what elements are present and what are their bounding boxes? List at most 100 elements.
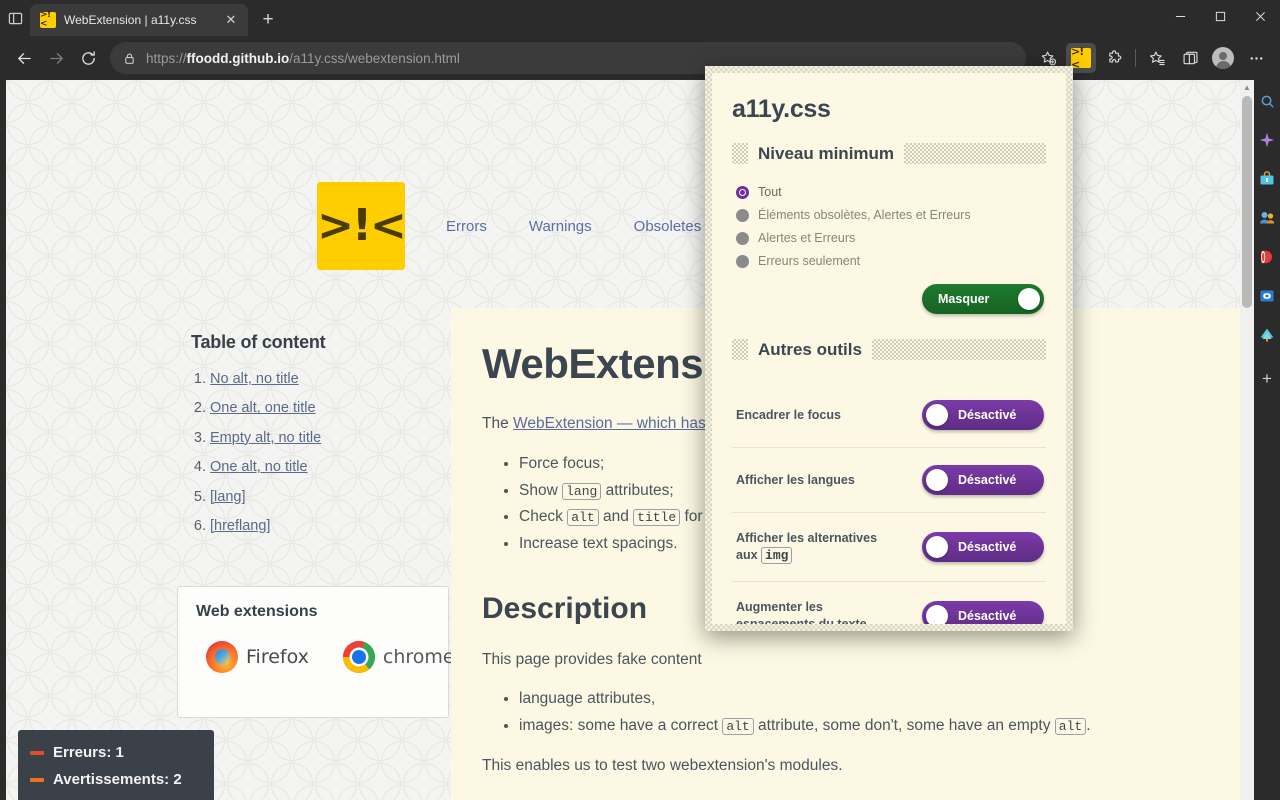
toggle-augmenter-espacements[interactable]: Désactivé [922, 601, 1044, 624]
toolbar-divider [1135, 49, 1136, 67]
toggle-state-label: Désactivé [958, 540, 1017, 555]
section-header-tools: Autres outils [732, 338, 1046, 361]
stat-errors: Erreurs: 1 [30, 744, 198, 761]
a11y-logo-icon: >!< [1071, 45, 1091, 71]
avatar [1212, 47, 1234, 69]
popup-body: a11y.css Niveau minimum Tout Éléments ob… [712, 73, 1066, 624]
level-radio-group: Tout Éléments obsolètes, Alertes et Erre… [732, 185, 1046, 268]
web-extensions-title: Web extensions [196, 603, 318, 620]
web-extensions-card: Web extensions Firefox chrome [177, 586, 455, 718]
toc-item: Empty alt, no title [210, 430, 456, 447]
edge-sidebar: + [1254, 80, 1280, 800]
nav-link-obsoletes[interactable]: Obsoletes [634, 218, 702, 235]
toggle-state-label: Désactivé [958, 473, 1017, 487]
stat-errors-label: Erreurs: 1 [53, 744, 124, 761]
code-alt: alt [1054, 717, 1087, 735]
radio-option-alertes-erreurs[interactable]: Alertes et Erreurs [732, 231, 1046, 245]
webextension-link[interactable]: WebExtension — which has [513, 415, 706, 432]
minimize-icon[interactable] [1160, 0, 1200, 32]
toggle-encadrer-focus[interactable]: Désactivé [922, 400, 1044, 430]
stats-panel: Erreurs: 1 Avertissements: 2 Obsolètes: … [18, 730, 214, 800]
stat-warnings: Avertissements: 2 [30, 771, 198, 788]
firefox-logo-icon [206, 641, 238, 673]
radio-option-erreurs-seulement[interactable]: Erreurs seulement [732, 254, 1046, 268]
masquer-label: Masquer [938, 292, 990, 306]
toggle-afficher-alternatives[interactable]: Désactivé [922, 532, 1044, 563]
list-item: images: some have a correct alt attribut… [519, 713, 1210, 740]
tab-search-icon[interactable] [0, 0, 30, 36]
toggle-afficher-langues[interactable]: Désactivé [922, 465, 1044, 495]
radio-label: Erreurs seulement [758, 254, 861, 268]
dots-pattern-right [904, 143, 1046, 164]
radio-option-tout[interactable]: Tout [732, 185, 1046, 199]
reload-icon[interactable] [72, 42, 104, 74]
toc-link-no-alt-no-title[interactable]: No alt, no title [210, 371, 299, 387]
tool-label: Encadrer le focus [736, 407, 841, 422]
code-alt: alt [567, 509, 599, 527]
toc-link-empty-alt-no-title[interactable]: Empty alt, no title [210, 430, 321, 446]
masquer-toggle[interactable]: Masquer [922, 284, 1044, 314]
dots-pattern-left [732, 339, 748, 360]
radio-icon [736, 254, 749, 268]
radio-icon [736, 231, 749, 245]
close-icon[interactable] [1240, 0, 1280, 32]
maximize-icon[interactable] [1200, 0, 1240, 32]
a11y-logo-icon: >!< [40, 11, 56, 29]
search-icon[interactable] [1256, 90, 1278, 112]
lock-icon [120, 52, 138, 65]
chrome-label: chrome [382, 646, 455, 668]
nav-link-warnings[interactable]: Warnings [529, 218, 592, 235]
section-title-tools: Autres outils [758, 339, 862, 359]
split-screen-icon[interactable] [1174, 42, 1206, 74]
new-tab-button[interactable]: + [254, 6, 282, 34]
firefox-label: Firefox [246, 646, 309, 668]
drop-icon[interactable] [1256, 324, 1278, 346]
description-paragraph: This page provides fake content [482, 650, 702, 668]
toc-link-lang[interactable]: [lang] [210, 489, 245, 505]
back-arrow-icon[interactable] [8, 42, 40, 74]
toggle-knob [926, 536, 948, 559]
address-bar-text: https://ffoodd.github.io/a11y.css/webext… [146, 50, 460, 66]
games-icon[interactable] [1256, 207, 1278, 229]
code-lang: lang [562, 482, 602, 500]
hide-toggle-wrapper: Masquer [732, 284, 1046, 314]
code-title: title [633, 509, 681, 527]
toggle-state-label: Désactivé [958, 609, 1017, 624]
shopping-icon[interactable] [1256, 168, 1278, 190]
collections-star-icon[interactable] [1141, 42, 1173, 74]
radio-option-obsoletes-alertes-erreurs[interactable]: Éléments obsolètes, Alertes et Erreurs [732, 208, 1046, 222]
code-img: img [761, 546, 793, 564]
toc-link-one-alt-one-title[interactable]: One alt, one title [210, 400, 316, 416]
toggle-knob [1018, 288, 1040, 310]
a11y-extension-popup: a11y.css Niveau minimum Tout Éléments ob… [705, 66, 1073, 631]
errors-swatch [30, 750, 44, 755]
nav-link-errors[interactable]: Errors [446, 218, 487, 235]
outlook-icon[interactable] [1256, 285, 1278, 307]
forward-arrow-icon[interactable] [40, 42, 72, 74]
extensions-puzzle-icon[interactable] [1098, 42, 1130, 74]
tools-icon[interactable] [1256, 246, 1278, 268]
sidebar-add-button[interactable]: + [1256, 367, 1278, 389]
chrome-extension-link[interactable]: chrome [342, 641, 455, 673]
firefox-extension-link[interactable]: Firefox [206, 641, 309, 673]
browser-tab[interactable]: >!< WebExtension | a11y.css ✕ [30, 4, 248, 36]
scrollbar-thumb[interactable] [1242, 96, 1252, 308]
tool-label: Afficher les alternatives aux img [736, 531, 878, 564]
radio-label: Alertes et Erreurs [758, 231, 856, 245]
page-scrollbar[interactable]: ▲ [1240, 80, 1254, 800]
toc-link-one-alt-no-title[interactable]: One alt, no title [210, 459, 308, 475]
list-item: language attributes, [519, 686, 1210, 713]
dots-pattern-left [732, 143, 748, 164]
more-options-icon[interactable] [1240, 42, 1272, 74]
toc-item: No alt, no title [210, 371, 456, 388]
description-list: language attributes, images: some have a… [482, 686, 1210, 739]
chrome-logo-icon [342, 641, 375, 673]
copilot-icon[interactable] [1256, 129, 1278, 151]
popup-title: a11y.css [732, 95, 831, 123]
toc-link-hreflang[interactable]: [hreflang] [210, 518, 270, 534]
scroll-up-icon[interactable]: ▲ [1240, 80, 1254, 94]
stat-warnings-label: Avertissements: 2 [53, 771, 182, 788]
close-icon[interactable]: ✕ [222, 11, 240, 29]
profile-avatar-icon[interactable] [1207, 42, 1239, 74]
tool-row-augmenter-espacements: Augmenter les espacements du texte Désac… [732, 582, 1046, 624]
